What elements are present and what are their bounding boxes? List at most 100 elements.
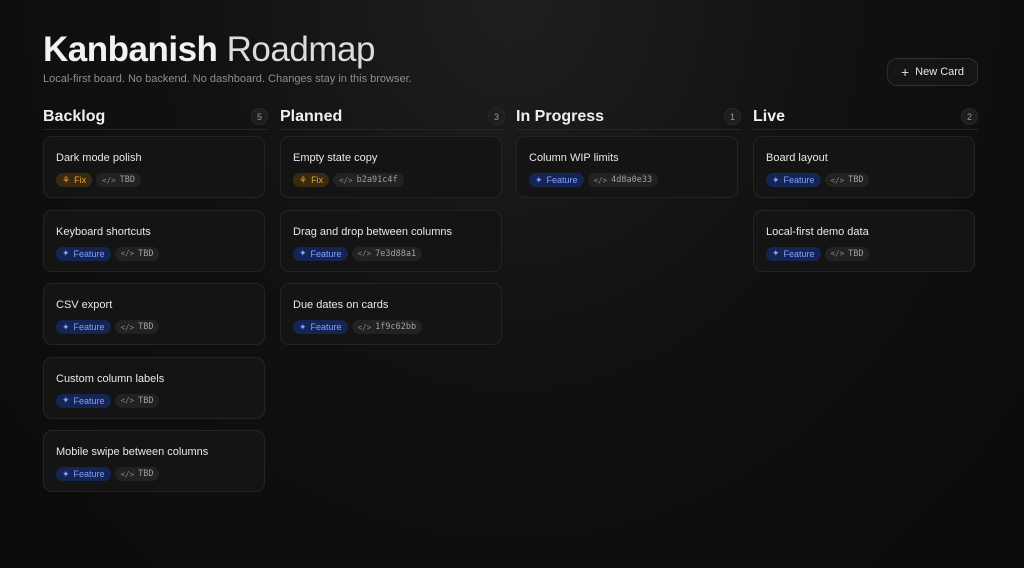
bug-icon: ⚘ <box>299 174 308 185</box>
tag-label: Feature <box>73 322 105 332</box>
card-title: Board layout <box>766 152 828 164</box>
code-icon: </> <box>357 249 372 258</box>
code-icon: </> <box>120 469 135 479</box>
card-title: Drag and drop between columns <box>293 225 452 238</box>
ref-chip: </> TBD <box>824 173 870 187</box>
sparkle-icon: ✦ <box>299 248 307 258</box>
card-title: Dark mode polish <box>56 152 142 164</box>
ref-label: TBD <box>138 322 154 332</box>
card-title: Local-first demo data <box>766 225 869 238</box>
tag-label: Feature <box>546 175 578 185</box>
page-title: Kanbanish Roadmap <box>43 30 412 70</box>
ref-label: 1f9c62bb <box>375 322 417 332</box>
sparkle-icon: ✦ <box>772 248 780 258</box>
card-list: Dark mode polish ⚘ Fix </> TBD Keyboard short… <box>43 136 265 492</box>
card[interactable]: Mobile swipe between columns ✦ Feature </> T… <box>43 430 265 492</box>
ref-chip: </> TBD <box>114 393 160 408</box>
sparkle-icon: ✦ <box>62 248 70 258</box>
ref-chip: </> TBD <box>114 246 160 261</box>
tag-label: Fix <box>311 175 324 185</box>
sparkle-icon: ✦ <box>772 174 780 185</box>
ref-label: 4d8a0e33 <box>611 175 653 185</box>
sparkle-icon: ✦ <box>62 468 70 479</box>
page-header: Kanbanish Roadmap Local-first board. No … <box>43 30 412 85</box>
tag-label: Feature <box>783 175 815 185</box>
card-chips: ✦ Feature </> 4d8a0e33 <box>529 173 725 187</box>
card-chips: ✦ Feature </> TBD <box>56 246 252 261</box>
sparkle-icon: ✦ <box>62 321 70 332</box>
ref-label: b2a91c4f <box>356 175 398 185</box>
ref-chip: </> 1f9c62bb <box>351 320 423 334</box>
card[interactable]: Dark mode polish ⚘ Fix </> TBD <box>43 136 265 198</box>
feature-tag: ✦ Feature <box>766 246 821 261</box>
card[interactable]: CSV export ✦ Feature </> TBD <box>43 283 265 345</box>
tag-label: Fix <box>74 175 87 185</box>
column-header: Backlog 5 <box>43 104 268 130</box>
ref-chip: </> TBD <box>114 467 160 481</box>
card[interactable]: Column WIP limits ✦ Feature </> 4d8a0e33 <box>516 136 738 198</box>
card-title: Keyboard shortcuts <box>56 225 151 238</box>
column-planned: Planned 3 Empty state copy ⚘ Fix </> b2a91c4f D… <box>280 104 505 357</box>
column-backlog: Backlog 5 Dark mode polish ⚘ Fix </> TBD Keyboa… <box>43 104 268 504</box>
card-title: CSV export <box>56 299 113 311</box>
column-header: Live 2 <box>753 104 978 130</box>
card-title: Mobile swipe between columns <box>56 446 209 458</box>
card-chips: ✦ Feature </> TBD <box>56 320 252 334</box>
card-chips: ✦ Feature </> TBD <box>56 393 252 408</box>
column-in-progress: In Progress 1 Column WIP limits ✦ Feature </>… <box>516 104 741 210</box>
code-icon: </> <box>593 175 608 185</box>
tag-label: Feature <box>310 248 342 259</box>
feature-tag: ✦ Feature <box>56 246 111 261</box>
ref-label: TBD <box>848 248 864 259</box>
feature-tag: ✦ Feature <box>56 320 111 334</box>
ref-chip: </> TBD <box>114 320 160 334</box>
card[interactable]: Keyboard shortcuts ✦ Feature </> TBD <box>43 209 265 272</box>
column-title: Backlog <box>43 107 106 125</box>
card-title: Empty state copy <box>293 152 378 164</box>
card-chips: ⚘ Fix </> b2a91c4f <box>293 173 489 187</box>
code-icon: </> <box>102 175 116 185</box>
column-count-badge: 1 <box>724 108 741 125</box>
tag-label: Feature <box>783 248 815 259</box>
card-title: Due dates on cards <box>293 299 389 311</box>
feature-tag: ✦ Feature <box>293 320 348 334</box>
card[interactable]: Due dates on cards ✦ Feature </> 1f9c62bb <box>280 283 502 345</box>
card[interactable]: Empty state copy ⚘ Fix </> b2a91c4f <box>280 136 502 198</box>
tag-label: Feature <box>73 469 105 479</box>
tag-label: Feature <box>73 395 105 406</box>
ref-chip: </> 7e3d88a1 <box>351 246 423 261</box>
card-list: Empty state copy ⚘ Fix </> b2a91c4f Drag and … <box>280 136 502 345</box>
bug-icon: ⚘ <box>62 174 71 185</box>
ref-chip: </> b2a91c4f <box>333 173 404 187</box>
page-title-brand: Kanbanish <box>43 30 218 69</box>
card[interactable]: Local-first demo data ✦ Feature </> TBD <box>753 209 975 272</box>
ref-label: 7e3d88a1 <box>375 248 417 259</box>
ref-label: TBD <box>138 395 154 406</box>
ref-chip: </> 4d8a0e33 <box>587 173 659 187</box>
ref-chip: </> TBD <box>96 173 141 187</box>
card-chips: ✦ Feature </> TBD <box>766 246 962 261</box>
card[interactable]: Custom column labels ✦ Feature </> TBD <box>43 356 265 419</box>
code-icon: </> <box>120 322 135 332</box>
card[interactable]: Board layout ✦ Feature </> TBD <box>753 136 975 198</box>
column-live: Live 2 Board layout ✦ Feature </> TBD Local-fir… <box>753 104 978 283</box>
card-title: Custom column labels <box>56 372 165 385</box>
ref-chip: </> TBD <box>824 246 870 261</box>
ref-label: TBD <box>848 175 864 185</box>
feature-tag: ✦ Feature <box>766 173 821 187</box>
code-icon: </> <box>830 175 845 185</box>
ref-label: TBD <box>119 175 135 185</box>
card[interactable]: Drag and drop between columns ✦ Feature </>… <box>280 209 502 272</box>
ref-label: TBD <box>138 248 154 259</box>
card-chips: ✦ Feature </> 1f9c62bb <box>293 320 489 334</box>
card-list: Column WIP limits ✦ Feature </> 4d8a0e33 <box>516 136 738 198</box>
fix-tag: ⚘ Fix <box>56 173 93 187</box>
new-card-button[interactable]: + New Card <box>887 58 978 86</box>
feature-tag: ✦ Feature <box>529 173 584 187</box>
column-title: In Progress <box>516 107 605 125</box>
column-count-badge: 3 <box>488 108 505 125</box>
page-title-suffix: Roadmap <box>226 30 376 69</box>
card-chips: ✦ Feature </> TBD <box>766 173 962 187</box>
column-header: In Progress 1 <box>516 104 741 130</box>
card-chips: ✦ Feature </> TBD <box>56 467 252 481</box>
